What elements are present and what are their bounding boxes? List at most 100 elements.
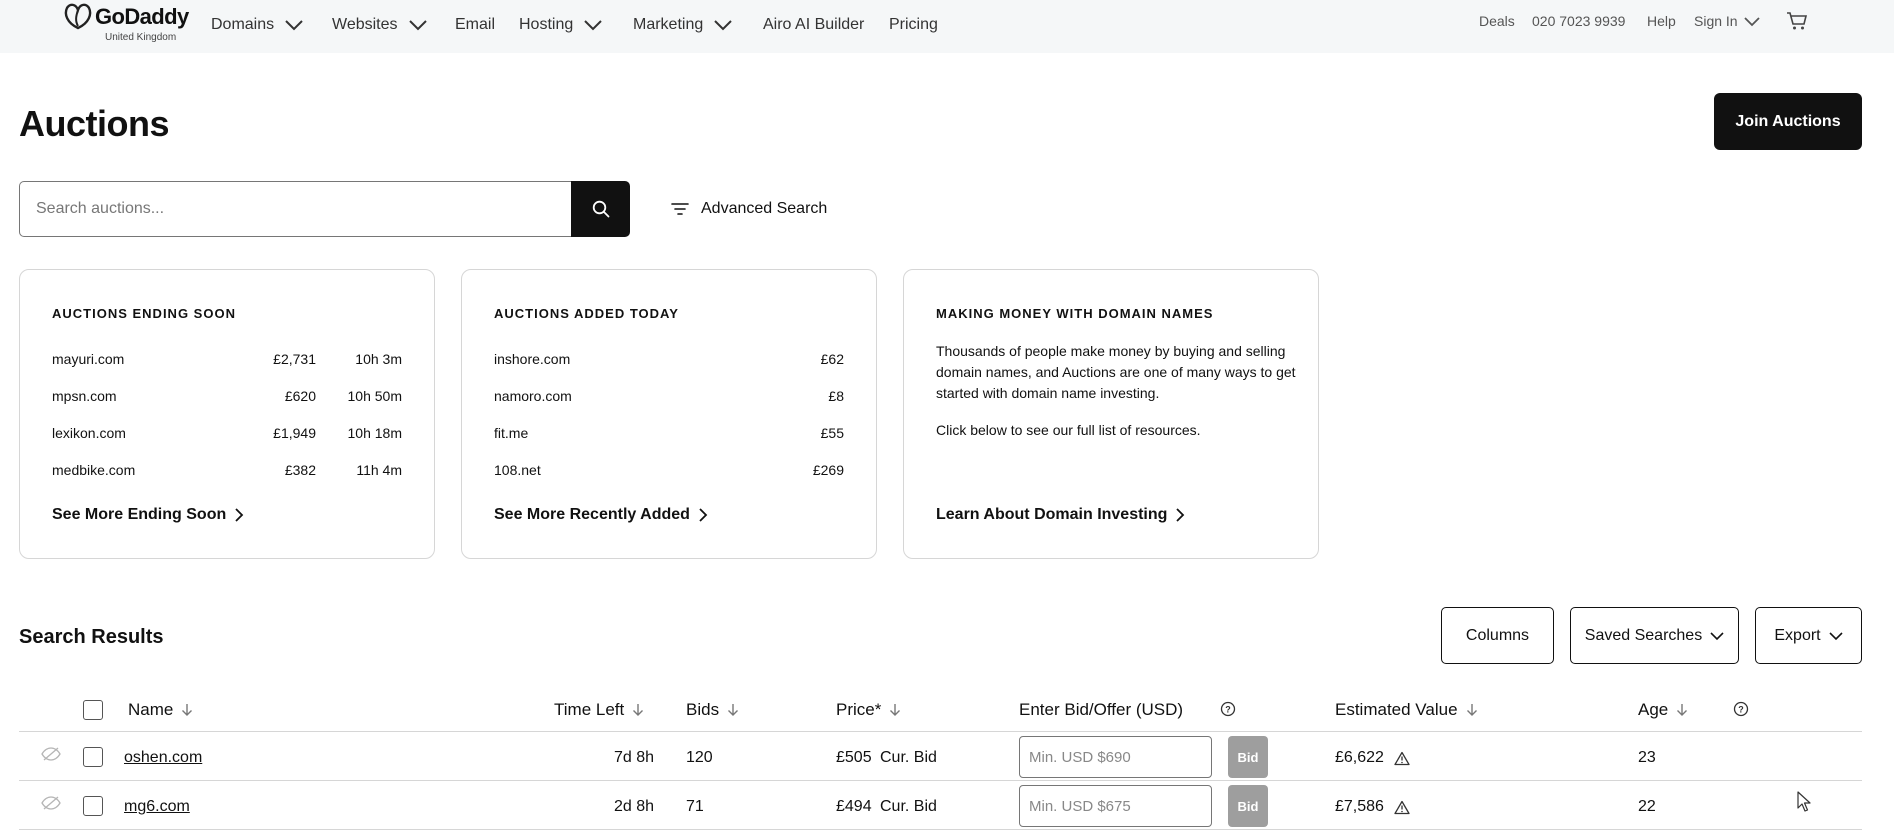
saved-searches-dropdown[interactable]: Saved Searches bbox=[1570, 607, 1739, 664]
sort-arrow-icon bbox=[1466, 704, 1477, 716]
hide-eye-icon[interactable] bbox=[41, 746, 61, 762]
search-button[interactable] bbox=[571, 181, 630, 237]
sort-arrow-icon bbox=[728, 704, 739, 716]
brand-region: United Kingdom bbox=[105, 32, 177, 43]
help-circle-icon: ? bbox=[1220, 701, 1236, 717]
sign-in-label: Sign In bbox=[1694, 13, 1738, 29]
column-header-age[interactable]: Age bbox=[1638, 700, 1688, 720]
nav-domains[interactable]: Domains bbox=[211, 16, 304, 34]
columns-button[interactable]: Columns bbox=[1441, 607, 1554, 664]
see-more-recently-added-link[interactable]: See More Recently Added bbox=[494, 506, 708, 524]
domain-price: £620 bbox=[284, 388, 316, 404]
see-more-ending-soon-link[interactable]: See More Ending Soon bbox=[52, 506, 244, 524]
sign-in-menu[interactable]: Sign In bbox=[1694, 13, 1760, 29]
export-label: Export bbox=[1774, 626, 1821, 644]
nav-marketing[interactable]: Marketing bbox=[633, 16, 733, 34]
bid-button[interactable]: Bid bbox=[1228, 785, 1268, 827]
nav-email[interactable]: Email bbox=[455, 16, 495, 34]
row-checkbox[interactable] bbox=[83, 796, 103, 816]
column-header-label: Estimated Value bbox=[1335, 700, 1458, 719]
nav-websites[interactable]: Websites bbox=[332, 16, 428, 34]
warning-icon[interactable] bbox=[1394, 800, 1410, 815]
column-header-name[interactable]: Name bbox=[128, 700, 193, 720]
row-checkbox[interactable] bbox=[83, 747, 103, 767]
nav-email-label: Email bbox=[455, 16, 496, 33]
nav-marketing-label: Marketing bbox=[633, 16, 704, 33]
learn-about-domain-investing-link[interactable]: Learn About Domain Investing bbox=[936, 506, 1185, 524]
column-header-price[interactable]: Price* bbox=[836, 700, 901, 720]
domain-name[interactable]: 108.net bbox=[494, 462, 541, 478]
column-header-label: Age bbox=[1638, 700, 1669, 719]
domain-name[interactable]: lexikon.com bbox=[52, 425, 126, 441]
godaddy-logo[interactable]: GoDaddy United Kingdom bbox=[63, 2, 193, 48]
card-title: AUCTIONS ENDING SOON bbox=[52, 306, 236, 321]
domain-link[interactable]: oshen.com bbox=[124, 749, 202, 767]
nav-websites-label: Websites bbox=[332, 16, 398, 33]
nav-pricing[interactable]: Pricing bbox=[889, 16, 938, 34]
domain-name[interactable]: namoro.com bbox=[494, 388, 572, 404]
search-icon bbox=[592, 200, 609, 218]
domain-link[interactable]: mg6.com bbox=[124, 798, 190, 816]
deals-label: Deals bbox=[1479, 13, 1515, 29]
column-header-label: Enter Bid/Offer (USD) bbox=[1019, 700, 1184, 719]
select-all-checkbox[interactable] bbox=[83, 700, 103, 720]
bid-amount-input[interactable] bbox=[1019, 785, 1212, 827]
phone-link[interactable]: 020 7023 9939 bbox=[1532, 13, 1625, 29]
bid-amount-input[interactable] bbox=[1019, 736, 1212, 778]
column-header-bid-offer: Enter Bid/Offer (USD) bbox=[1019, 700, 1183, 720]
cart-button[interactable] bbox=[1786, 11, 1808, 31]
link-label: See More Recently Added bbox=[494, 506, 690, 523]
card-resources-text: Click below to see our full list of reso… bbox=[936, 422, 1201, 438]
brand-name: GoDaddy bbox=[95, 4, 189, 29]
domain-name[interactable]: mpsn.com bbox=[52, 388, 117, 404]
export-dropdown[interactable]: Export bbox=[1755, 607, 1862, 664]
nav-hosting-label: Hosting bbox=[519, 16, 574, 33]
age-help-button[interactable]: ? bbox=[1733, 701, 1749, 717]
deals-link[interactable]: Deals bbox=[1479, 13, 1515, 29]
column-header-bids[interactable]: Bids bbox=[686, 700, 739, 720]
column-header-estimated-value[interactable]: Estimated Value bbox=[1335, 700, 1478, 720]
link-label: Learn About Domain Investing bbox=[936, 506, 1168, 523]
time-left-value: 7d 8h bbox=[613, 749, 654, 766]
column-header-time-left[interactable]: Time Left bbox=[554, 700, 644, 720]
bid-offer-help-button[interactable]: ? bbox=[1220, 701, 1236, 717]
sort-arrow-icon bbox=[1677, 704, 1688, 716]
link-label: See More Ending Soon bbox=[52, 506, 227, 523]
mouse-cursor-icon bbox=[1797, 791, 1811, 812]
search-input[interactable] bbox=[20, 182, 572, 236]
chevron-right-icon bbox=[235, 508, 244, 522]
domain-name[interactable]: inshore.com bbox=[494, 351, 570, 367]
nav-airo-ai-builder[interactable]: Airo AI Builder bbox=[763, 16, 864, 34]
price-type: Cur. Bid bbox=[880, 749, 937, 766]
table-divider bbox=[19, 780, 1862, 781]
bid-button[interactable]: Bid bbox=[1228, 736, 1268, 778]
time-left: 11h 4m bbox=[356, 462, 402, 478]
help-link[interactable]: Help bbox=[1647, 13, 1676, 29]
chevron-right-icon bbox=[1176, 508, 1185, 522]
domain-price: £269 bbox=[812, 462, 844, 478]
domain-name[interactable]: mayuri.com bbox=[52, 351, 124, 367]
list-item: mayuri.com £2,731 10h 3m bbox=[52, 351, 402, 369]
column-header-label: Price* bbox=[836, 700, 882, 719]
list-item: fit.me £55 bbox=[494, 425, 844, 443]
chevron-down-icon bbox=[1710, 631, 1724, 640]
column-header-label: Time Left bbox=[554, 700, 625, 719]
age-value: 22 bbox=[1638, 798, 1656, 815]
added-today-card: AUCTIONS ADDED TODAY inshore.com £62 nam… bbox=[461, 269, 877, 559]
card-title: MAKING MONEY WITH DOMAIN NAMES bbox=[936, 306, 1214, 321]
advanced-search-button[interactable]: Advanced Search bbox=[671, 200, 827, 218]
domain-price: £382 bbox=[284, 462, 316, 478]
warning-icon[interactable] bbox=[1394, 751, 1410, 766]
nav-hosting[interactable]: Hosting bbox=[519, 16, 603, 34]
sort-arrow-icon bbox=[182, 704, 193, 716]
hide-eye-icon[interactable] bbox=[41, 795, 61, 811]
advanced-search-label: Advanced Search bbox=[701, 200, 828, 217]
join-auctions-button[interactable]: Join Auctions bbox=[1714, 93, 1862, 150]
chevron-down-icon bbox=[408, 20, 427, 31]
domain-name[interactable]: medbike.com bbox=[52, 462, 135, 478]
estimated-value: £6,622 bbox=[1335, 749, 1384, 766]
domain-price: £1,949 bbox=[273, 425, 316, 441]
list-item: mpsn.com £620 10h 50m bbox=[52, 388, 402, 406]
domain-name[interactable]: fit.me bbox=[494, 425, 528, 441]
columns-label: Columns bbox=[1465, 626, 1530, 644]
